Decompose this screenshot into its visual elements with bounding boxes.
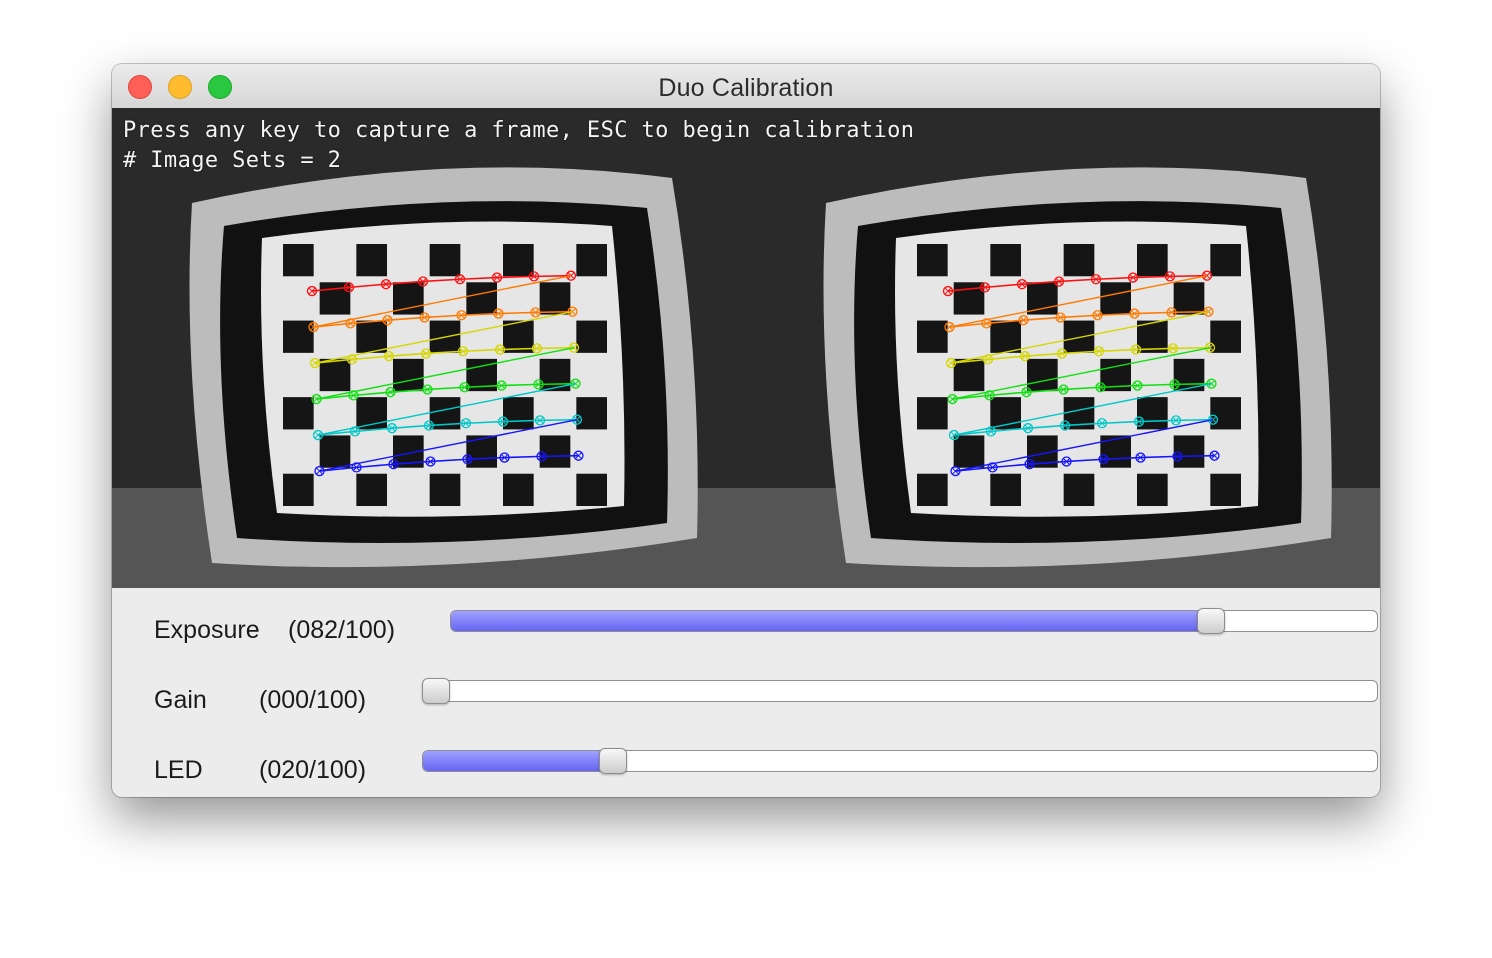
left-camera-frame bbox=[112, 108, 746, 588]
left-checker-square bbox=[576, 320, 607, 353]
right-checker-square bbox=[1063, 244, 1095, 277]
gain-slider[interactable] bbox=[422, 680, 1378, 702]
left-checker-square bbox=[319, 358, 351, 392]
right-checker-square bbox=[1137, 473, 1168, 506]
title-bar[interactable]: Duo Calibration bbox=[112, 64, 1380, 109]
left-checker-square bbox=[429, 473, 461, 506]
right-checker-square bbox=[1027, 282, 1058, 315]
left-checker-square bbox=[429, 244, 461, 277]
right-checker-square bbox=[990, 320, 1021, 353]
right-checker-square bbox=[1063, 473, 1095, 506]
window-title: Duo Calibration bbox=[658, 74, 834, 102]
exposure-slider[interactable] bbox=[450, 610, 1378, 632]
right-checker-square bbox=[953, 358, 985, 392]
right-checker-square bbox=[1100, 282, 1131, 315]
exposure-row: Exposure (082/100) bbox=[112, 608, 1380, 650]
right-checker-square bbox=[1173, 282, 1205, 315]
right-checker-square bbox=[1063, 320, 1095, 353]
led-slider-handle[interactable] bbox=[599, 748, 628, 774]
left-checker-square bbox=[319, 435, 351, 468]
capture-instructions: Press any key to capture a frame, ESC to… bbox=[123, 118, 915, 143]
right-checker-square bbox=[1210, 473, 1241, 506]
left-checker-square bbox=[576, 473, 607, 506]
left-checker-square bbox=[356, 473, 387, 506]
left-checker-square bbox=[283, 473, 314, 506]
led-slider[interactable] bbox=[422, 750, 1378, 772]
right-checker-square bbox=[1210, 397, 1241, 430]
left-checker-square bbox=[503, 244, 534, 277]
right-camera-frame bbox=[746, 108, 1380, 588]
gain-label: Gain bbox=[154, 686, 207, 714]
left-checker-square bbox=[356, 244, 387, 277]
exposure-slider-handle[interactable] bbox=[1196, 608, 1225, 634]
right-checker-square bbox=[917, 397, 948, 430]
left-checker-square bbox=[283, 397, 314, 430]
left-checker-square bbox=[283, 244, 314, 277]
led-row: LED (020/100) bbox=[112, 748, 1380, 790]
left-checker-square bbox=[503, 397, 534, 430]
right-checker-square bbox=[990, 244, 1021, 277]
gain-slider-handle[interactable] bbox=[422, 678, 450, 704]
right-checker-square bbox=[1137, 244, 1168, 277]
right-checker-square bbox=[917, 473, 948, 506]
right-checker-square bbox=[917, 244, 948, 277]
gain-value: (000/100) bbox=[259, 686, 367, 714]
right-checker-square bbox=[953, 435, 985, 468]
camera-view[interactable]: Press any key to capture a frame, ESC to… bbox=[112, 108, 1380, 588]
left-checker-square bbox=[393, 358, 424, 392]
right-checker-square bbox=[990, 473, 1021, 506]
exposure-slider-fill bbox=[451, 611, 1211, 631]
controls-panel: Exposure (082/100) Gain (000/100) LED (0… bbox=[112, 588, 1380, 797]
led-slider-fill bbox=[423, 751, 614, 771]
led-value: (020/100) bbox=[259, 756, 367, 784]
right-checker-square bbox=[917, 320, 948, 353]
right-checker-square bbox=[1210, 244, 1241, 277]
left-checker-square bbox=[503, 473, 534, 506]
left-checker-square bbox=[539, 435, 571, 468]
stereo-camera-image bbox=[112, 108, 1380, 588]
right-checker-square bbox=[1027, 358, 1058, 392]
exposure-label: Exposure bbox=[154, 616, 260, 644]
image-sets-count: # Image Sets = 2 bbox=[123, 148, 342, 173]
app-window: Duo Calibration Press any key to capture… bbox=[112, 64, 1380, 797]
left-checker-square bbox=[576, 244, 607, 277]
left-checker-square bbox=[466, 282, 497, 315]
left-checker-square bbox=[576, 397, 607, 430]
left-checker-square bbox=[356, 320, 387, 353]
exposure-value: (082/100) bbox=[288, 616, 396, 644]
left-checker-square bbox=[539, 282, 571, 315]
led-label: LED bbox=[154, 756, 203, 784]
gain-row: Gain (000/100) bbox=[112, 678, 1380, 720]
